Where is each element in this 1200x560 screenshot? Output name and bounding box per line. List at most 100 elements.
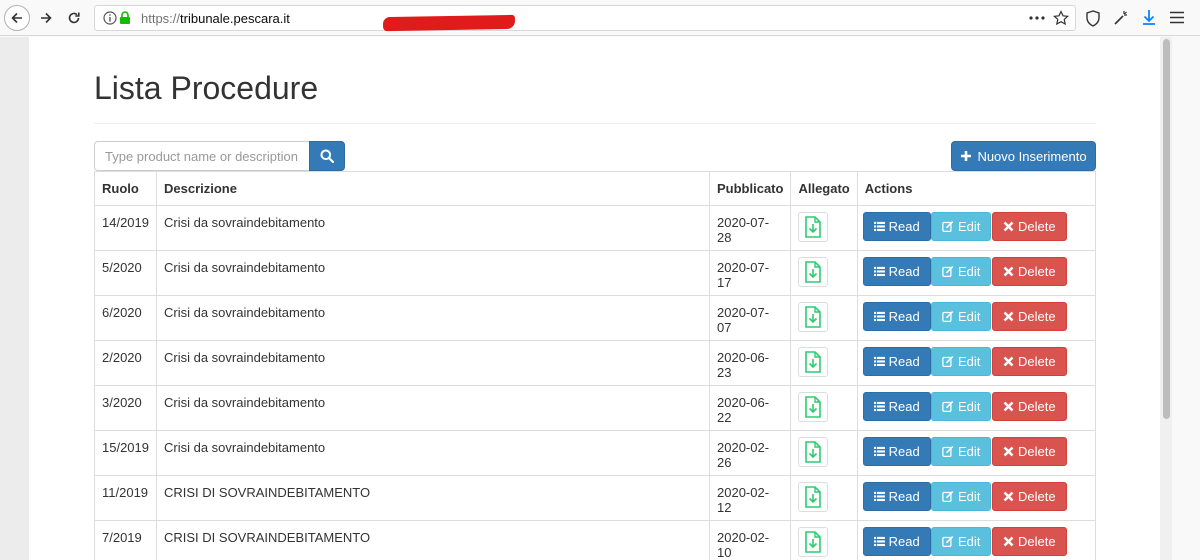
url-scheme: https:// <box>141 11 181 26</box>
cell-pubblicato: 2020-02-10 <box>708 520 792 560</box>
delete-button[interactable]: Delete <box>992 482 1067 511</box>
edit-button[interactable]: Edit <box>931 257 992 286</box>
edit-button[interactable]: Edit <box>931 212 992 241</box>
redaction-mark <box>382 14 516 32</box>
delete-x-icon <box>1003 401 1014 412</box>
delete-button[interactable]: Delete <box>992 437 1067 466</box>
cell-pubblicato: 2020-07-28 <box>708 205 792 251</box>
cell-descrizione: Crisi da sovraindebitamento <box>156 385 710 431</box>
read-button[interactable]: Read <box>862 302 931 331</box>
search-icon <box>320 149 334 163</box>
search-button[interactable] <box>309 141 345 171</box>
attachment-download-link[interactable] <box>798 347 829 377</box>
more-icon[interactable] <box>1029 15 1045 21</box>
cell-ruolo: 11/2019 <box>94 475 157 521</box>
attachment-download-link[interactable] <box>798 527 829 557</box>
list-icon <box>873 491 885 502</box>
edit-label: Edit <box>957 309 981 324</box>
table-row: 3/2020 Crisi da sovraindebitamento 2020-… <box>94 385 1097 431</box>
read-button[interactable]: Read <box>862 257 931 286</box>
attachment-download-link[interactable] <box>798 302 829 332</box>
lock-icon[interactable] <box>119 11 131 25</box>
edit-button[interactable]: Edit <box>931 437 992 466</box>
edit-icon <box>942 221 954 233</box>
file-download-icon <box>805 441 822 463</box>
url-host: tribunale.pescara.it <box>180 11 290 26</box>
edit-label: Edit <box>957 534 981 549</box>
read-label: Read <box>888 444 920 459</box>
scrollbar-thumb[interactable] <box>1163 39 1170 419</box>
read-label: Read <box>888 219 920 234</box>
cell-pubblicato: 2020-07-17 <box>708 250 792 296</box>
delete-label: Delete <box>1018 309 1056 324</box>
delete-button[interactable]: Delete <box>992 212 1067 241</box>
table-row: 15/2019 Crisi da sovraindebitamento 2020… <box>94 430 1097 476</box>
cell-ruolo: 6/2020 <box>94 295 157 341</box>
delete-x-icon <box>1003 536 1014 547</box>
back-button[interactable] <box>4 5 30 31</box>
edit-icon <box>942 446 954 458</box>
table-row: 6/2020 Crisi da sovraindebitamento 2020-… <box>94 295 1097 341</box>
scrollbar[interactable] <box>1160 37 1172 560</box>
delete-button[interactable]: Delete <box>992 527 1067 556</box>
reload-button[interactable] <box>61 5 87 31</box>
forward-arrow-icon <box>41 12 52 24</box>
edit-label: Edit <box>957 489 981 504</box>
bookmark-star-icon[interactable] <box>1053 10 1069 26</box>
delete-label: Delete <box>1018 354 1056 369</box>
cell-allegato <box>790 475 858 521</box>
list-icon <box>873 401 885 412</box>
delete-x-icon <box>1003 356 1014 367</box>
delete-label: Delete <box>1018 534 1056 549</box>
attachment-download-link[interactable] <box>798 437 829 467</box>
edit-button[interactable]: Edit <box>931 302 992 331</box>
header-ruolo: Ruolo <box>94 171 157 206</box>
delete-x-icon <box>1003 311 1014 322</box>
tracking-icon[interactable] <box>1113 10 1129 26</box>
cell-allegato <box>790 205 858 251</box>
search-input[interactable] <box>94 141 310 171</box>
cell-pubblicato: 2020-06-23 <box>708 340 792 386</box>
new-entry-button[interactable]: Nuovo Inserimento <box>951 141 1096 171</box>
delete-label: Delete <box>1018 489 1056 504</box>
cell-pubblicato: 2020-06-22 <box>708 385 792 431</box>
edit-button[interactable]: Edit <box>931 482 992 511</box>
title-divider <box>94 123 1096 124</box>
attachment-download-link[interactable] <box>798 482 829 512</box>
cell-ruolo: 15/2019 <box>94 430 157 476</box>
edit-button[interactable]: Edit <box>931 347 992 376</box>
read-button[interactable]: Read <box>862 482 931 511</box>
url-bar[interactable]: https://tribunale.pescara.it <box>94 5 1076 32</box>
delete-button[interactable]: Delete <box>992 302 1067 331</box>
edit-button[interactable]: Edit <box>931 392 992 421</box>
read-button[interactable]: Read <box>862 437 931 466</box>
download-icon[interactable] <box>1141 9 1157 26</box>
edit-button[interactable]: Edit <box>931 527 992 556</box>
header-pubblicato: Pubblicato <box>708 171 792 206</box>
edit-icon <box>942 491 954 503</box>
new-entry-label: Nuovo Inserimento <box>977 148 1087 164</box>
forward-button[interactable] <box>33 5 59 31</box>
shield-icon[interactable] <box>1085 10 1101 27</box>
cell-ruolo: 7/2019 <box>94 520 157 560</box>
read-button[interactable]: Read <box>862 212 931 241</box>
delete-x-icon <box>1003 491 1014 502</box>
delete-button[interactable]: Delete <box>992 347 1067 376</box>
read-button[interactable]: Read <box>862 347 931 376</box>
header-actions: Actions <box>856 171 1097 206</box>
procedures-table: Ruolo Descrizione Pubblicato Allegato Ac… <box>94 171 1097 560</box>
attachment-download-link[interactable] <box>798 257 829 287</box>
cell-allegato <box>790 340 858 386</box>
delete-button[interactable]: Delete <box>992 257 1067 286</box>
delete-button[interactable]: Delete <box>992 392 1067 421</box>
cell-descrizione: Crisi da sovraindebitamento <box>156 430 710 476</box>
delete-label: Delete <box>1018 399 1056 414</box>
attachment-download-link[interactable] <box>798 392 829 422</box>
attachment-download-link[interactable] <box>798 212 829 242</box>
menu-icon[interactable] <box>1170 11 1184 24</box>
read-button[interactable]: Read <box>862 527 931 556</box>
info-icon[interactable] <box>103 11 117 25</box>
read-button[interactable]: Read <box>862 392 931 421</box>
table-header-row: Ruolo Descrizione Pubblicato Allegato Ac… <box>94 171 1097 206</box>
edit-icon <box>942 536 954 548</box>
